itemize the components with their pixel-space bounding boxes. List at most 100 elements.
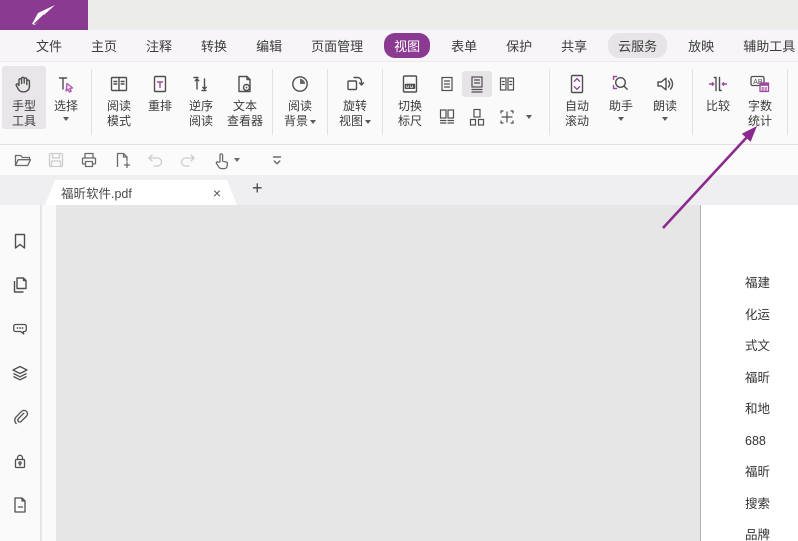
layers-icon[interactable] — [10, 363, 30, 383]
new-page-icon — [116, 152, 131, 169]
speaker-icon — [653, 69, 677, 99]
redo-icon — [180, 154, 195, 167]
menu-presentation[interactable]: 放映 — [680, 33, 722, 58]
ribbon-separator — [91, 69, 92, 135]
menu-comment[interactable]: 注释 — [138, 33, 180, 58]
hand-tool-button[interactable]: 手型 工具 — [2, 66, 46, 129]
dropdown-caret — [365, 119, 371, 124]
ruler-icon — [398, 69, 422, 99]
facing-continuous-layout-button[interactable] — [432, 104, 462, 130]
redo-button[interactable] — [178, 150, 198, 170]
separate-cover-layout-button[interactable] — [462, 104, 492, 130]
tab-close-icon[interactable]: × — [213, 186, 221, 200]
menu-form[interactable]: 表单 — [443, 33, 485, 58]
select-text-icon — [54, 69, 78, 99]
title-bar — [0, 0, 798, 30]
attachments-icon[interactable] — [10, 407, 30, 427]
dropdown-caret[interactable] — [526, 115, 532, 119]
new-document-button[interactable] — [112, 150, 132, 170]
reading-background-button[interactable]: 阅读 背景 — [278, 66, 322, 129]
continuous-page-layout-button[interactable] — [462, 71, 492, 97]
touch-hand-icon — [215, 153, 229, 170]
navigation-panel-sidebar — [0, 205, 41, 541]
assistant-button[interactable]: 助手 — [599, 66, 643, 121]
bookmarks-icon[interactable] — [10, 231, 30, 251]
split-view-button[interactable] — [492, 104, 522, 130]
word-count-button[interactable]: AB 字数 统计 — [738, 66, 782, 129]
page-text-line: 式文 — [745, 339, 771, 353]
ribbon-separator — [787, 69, 788, 135]
assistant-magnifier-icon — [609, 69, 633, 99]
menu-view-active[interactable]: 视图 — [384, 33, 431, 58]
quill-pen-icon — [32, 5, 55, 25]
menu-protect[interactable]: 保护 — [498, 33, 540, 58]
undo-button[interactable] — [145, 150, 165, 170]
hand-mode-button[interactable] — [211, 150, 240, 170]
save-button[interactable] — [46, 150, 66, 170]
page-text-line: 品牌 — [745, 528, 771, 541]
dropdown-caret — [618, 117, 624, 121]
app-logo[interactable] — [0, 0, 88, 30]
menu-edit[interactable]: 编辑 — [248, 33, 290, 58]
open-folder-icon — [14, 154, 32, 167]
document-tab[interactable]: 福昕软件.pdf × — [45, 180, 237, 205]
page-layout-group — [432, 66, 544, 130]
ribbon-separator — [382, 69, 383, 135]
dropdown-caret — [662, 117, 668, 121]
ribbon-separator — [327, 69, 328, 135]
ribbon-toolbar: 手型 工具 选择 阅读 模式 重排 逆序 阅读 文本 查看器 阅读 背景 旋转 … — [0, 62, 798, 145]
comments-icon[interactable] — [10, 319, 30, 339]
reflow-page-icon — [148, 69, 172, 99]
page-text-line: 和地 — [745, 402, 771, 416]
foxit-pdf-app-window: 文件 主页 注释 转换 编辑 页面管理 视图 表单 保护 共享 云服务 放映 辅… — [0, 0, 798, 541]
panel-gap — [42, 205, 56, 541]
page-thumbnails-icon[interactable] — [10, 275, 30, 295]
facing-pages-layout-button[interactable] — [492, 71, 522, 97]
printer-icon — [81, 152, 97, 168]
single-page-layout-button[interactable] — [432, 71, 462, 97]
page-text-line: 搜索 — [745, 496, 771, 511]
menu-home[interactable]: 主页 — [83, 33, 125, 58]
dropdown-caret — [234, 158, 240, 162]
read-aloud-button[interactable]: 朗读 — [643, 66, 687, 121]
menu-page-management[interactable]: 页面管理 — [303, 33, 371, 58]
menu-convert[interactable]: 转换 — [193, 33, 235, 58]
save-icon — [48, 152, 64, 168]
customize-toolbar-button[interactable] — [267, 150, 287, 170]
rotate-view-button[interactable]: 旋转 视图 — [333, 66, 377, 129]
reverse-order-arrows-icon — [189, 69, 213, 99]
menu-accessibility[interactable]: 辅助工具 — [735, 33, 798, 58]
file-annotations-icon[interactable] — [10, 495, 30, 515]
document-workspace: 福建 化运 式文 福昕 和地 688 福昕 搜索 品牌 — [0, 205, 798, 541]
menu-share[interactable]: 共享 — [553, 33, 595, 58]
open-book-icon — [107, 69, 131, 99]
new-tab-button[interactable]: + — [252, 178, 263, 199]
text-viewer-button[interactable]: 文本 查看器 — [223, 66, 267, 129]
security-icon[interactable] — [10, 451, 30, 471]
rotate-view-icon — [343, 69, 367, 99]
toggle-ruler-button[interactable]: 切换 标尺 — [388, 66, 432, 129]
page-text-line: 福昕 — [745, 370, 771, 385]
reflow-button[interactable]: 重排 — [141, 66, 179, 114]
menu-cloud-service[interactable]: 云服务 — [608, 33, 668, 58]
dropdown-caret — [63, 117, 69, 121]
reverse-reading-button[interactable]: 逆序 阅读 — [179, 66, 223, 129]
select-tool-button[interactable]: 选择 — [46, 66, 86, 121]
reading-mode-button[interactable]: 阅读 模式 — [97, 66, 141, 129]
auto-scroll-button[interactable]: 自动 滚动 — [555, 66, 599, 129]
page-text-line: 福建 — [745, 276, 771, 290]
compare-arrows-icon — [706, 69, 730, 99]
pdf-page[interactable]: 福建 化运 式文 福昕 和地 688 福昕 搜索 品牌 — [700, 205, 798, 541]
ribbon-separator — [549, 69, 550, 135]
menu-file[interactable]: 文件 — [28, 33, 70, 58]
tab-title: 福昕软件.pdf — [61, 187, 132, 201]
document-canvas[interactable] — [56, 205, 700, 541]
compare-button[interactable]: 比较 — [698, 66, 738, 114]
page-eye-icon — [233, 69, 257, 99]
customize-toolbar-icon — [272, 156, 282, 165]
open-file-button[interactable] — [13, 150, 33, 170]
word-count-icon: AB — [748, 69, 772, 99]
dropdown-caret — [310, 119, 316, 124]
ribbon-separator — [692, 69, 693, 135]
print-button[interactable] — [79, 150, 99, 170]
